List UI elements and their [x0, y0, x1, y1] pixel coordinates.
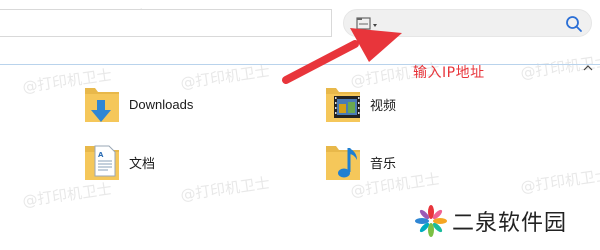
- folder-item-videos[interactable]: 视频: [324, 82, 396, 126]
- folder-label: 音乐: [370, 155, 397, 171]
- brand-watermark: 二泉软件园: [414, 204, 567, 238]
- documents-folder-icon: A: [83, 140, 123, 184]
- address-bar[interactable]: [0, 9, 332, 37]
- folder-label: 文档: [129, 155, 156, 171]
- folder-item-downloads[interactable]: Downloads: [83, 82, 193, 126]
- search-icon[interactable]: [565, 15, 583, 33]
- watermark: @打印机卫士: [179, 173, 271, 205]
- watermark: @打印机卫士: [519, 165, 600, 197]
- location-dropdown-icon[interactable]: [356, 16, 380, 32]
- search-input[interactable]: [388, 14, 562, 36]
- folder-item-documents[interactable]: A 文档: [83, 140, 155, 184]
- pinwheel-logo-icon: [414, 204, 448, 238]
- videos-folder-icon: [324, 82, 364, 126]
- section-divider: [0, 64, 600, 65]
- search-box[interactable]: [343, 9, 592, 37]
- annotation-label: 输入IP地址: [413, 65, 485, 81]
- downloads-folder-icon: [83, 82, 123, 126]
- music-folder-icon: [324, 140, 364, 184]
- svg-text:A: A: [98, 151, 104, 159]
- folder-label: 视频: [370, 97, 397, 113]
- brand-name: 二泉软件园: [452, 211, 568, 236]
- folder-label: Downloads: [129, 96, 194, 112]
- collapse-chevron-icon[interactable]: [583, 58, 593, 71]
- folder-item-music[interactable]: 音乐: [324, 140, 396, 184]
